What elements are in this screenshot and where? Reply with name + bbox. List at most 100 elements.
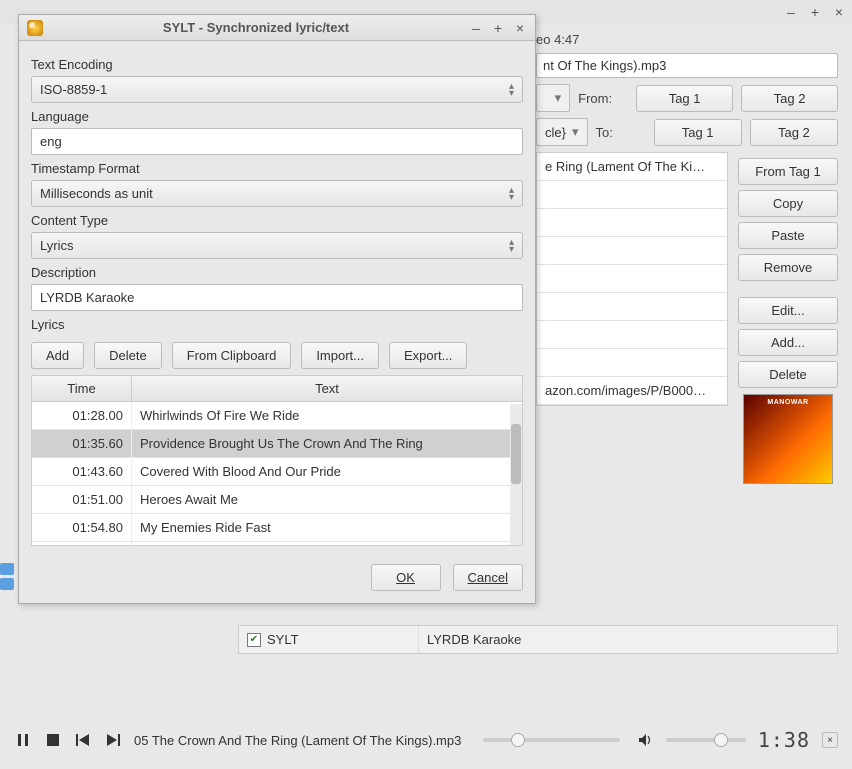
album-art[interactable] xyxy=(743,394,833,484)
description-input[interactable] xyxy=(31,284,523,311)
dialog-close-icon[interactable]: × xyxy=(513,21,527,35)
minimize-icon[interactable]: – xyxy=(784,5,798,19)
language-input[interactable] xyxy=(31,128,523,155)
text-header[interactable]: Text xyxy=(132,376,522,401)
lyrics-text: My Enemies Ride Fast xyxy=(132,514,522,541)
lyrics-table[interactable]: Time Text 01:28.00Whirlwinds Of Fire We … xyxy=(31,375,523,546)
sylt-frame-cell[interactable]: ✔ SYLT xyxy=(239,626,419,653)
filename-input[interactable] xyxy=(536,53,838,78)
to-tag2-button[interactable]: Tag 2 xyxy=(750,119,838,146)
lyrics-text: Knowing Not This Ride's Their Last xyxy=(132,542,522,545)
next-button[interactable] xyxy=(104,731,122,749)
content-type-label: Content Type xyxy=(31,213,523,228)
time-header[interactable]: Time xyxy=(32,376,132,401)
pause-button[interactable] xyxy=(14,731,32,749)
export-button[interactable]: Export... xyxy=(389,342,467,369)
text-encoding-select[interactable]: ISO-8859-1 ▴▾ xyxy=(31,76,523,103)
lyrics-row[interactable]: 01:51.00Heroes Await Me xyxy=(32,486,522,514)
cancel-button[interactable]: Cancel xyxy=(453,564,523,591)
dialog-titlebar[interactable]: SYLT - Synchronized lyric/text – + × xyxy=(19,15,535,41)
delete-side-button[interactable]: Delete xyxy=(738,361,838,388)
to-label: To: xyxy=(596,125,646,140)
text-encoding-label: Text Encoding xyxy=(31,57,523,72)
lyrics-text: Covered With Blood And Our Pride xyxy=(132,458,522,485)
folder-icon[interactable] xyxy=(0,578,14,590)
player-bar: 05 The Crown And The Ring (Lament Of The… xyxy=(0,719,852,761)
lyrics-row[interactable]: 01:58.80Knowing Not This Ride's Their La… xyxy=(32,542,522,545)
copy-button[interactable]: Copy xyxy=(738,190,838,217)
grid-row[interactable] xyxy=(537,265,727,293)
grid-row[interactable]: azon.com/images/P/B000… xyxy=(537,377,727,405)
lyrics-row[interactable]: 01:43.60Covered With Blood And Our Pride xyxy=(32,458,522,486)
grid-row[interactable] xyxy=(537,181,727,209)
seek-slider[interactable] xyxy=(483,738,619,742)
lyrics-text: Heroes Await Me xyxy=(132,486,522,513)
from-tag2-button[interactable]: Tag 2 xyxy=(741,85,838,112)
paste-button[interactable]: Paste xyxy=(738,222,838,249)
prev-button[interactable] xyxy=(74,731,92,749)
from-clipboard-button[interactable]: From Clipboard xyxy=(172,342,292,369)
timestamp-format-value: Milliseconds as unit xyxy=(40,186,153,201)
grid-row[interactable] xyxy=(537,321,727,349)
volume-thumb[interactable] xyxy=(714,733,728,747)
from-label: From: xyxy=(578,91,628,106)
grid-row[interactable] xyxy=(537,349,727,377)
tag-data-grid[interactable]: e Ring (Lament Of The Ki… azon.com/image… xyxy=(536,152,728,406)
language-label: Language xyxy=(31,109,523,124)
text-encoding-value: ISO-8859-1 xyxy=(40,82,107,97)
content-type-select[interactable]: Lyrics ▴▾ xyxy=(31,232,523,259)
import-button[interactable]: Import... xyxy=(301,342,379,369)
close-icon[interactable]: × xyxy=(832,5,846,19)
timestamp-format-select[interactable]: Milliseconds as unit ▴▾ xyxy=(31,180,523,207)
scrollbar-thumb[interactable] xyxy=(511,424,521,484)
player-close-button[interactable]: × xyxy=(822,732,838,748)
from-tag1-button[interactable]: Tag 1 xyxy=(636,85,733,112)
grid-row[interactable]: e Ring (Lament Of The Ki… xyxy=(537,153,727,181)
frames-row: ✔ SYLT LYRDB Karaoke xyxy=(238,625,838,654)
duration-label: eo 4:47 xyxy=(536,32,579,47)
stop-button[interactable] xyxy=(44,731,62,749)
from-tag1-side-button[interactable]: From Tag 1 xyxy=(738,158,838,185)
description-label: Description xyxy=(31,265,523,280)
app-icon xyxy=(27,20,43,36)
left-sidebar-edge xyxy=(0,560,16,593)
lyrics-row[interactable]: 01:28.00Whirlwinds Of Fire We Ride xyxy=(32,402,522,430)
sylt-desc-cell: LYRDB Karaoke xyxy=(419,626,837,653)
dialog-minimize-icon[interactable]: – xyxy=(469,21,483,35)
lyrics-row[interactable]: 01:54.80My Enemies Ride Fast xyxy=(32,514,522,542)
lyrics-text: Providence Brought Us The Crown And The … xyxy=(132,430,522,457)
seek-thumb[interactable] xyxy=(511,733,525,747)
scrollbar[interactable] xyxy=(510,404,522,545)
sylt-dialog: SYLT - Synchronized lyric/text – + × Tex… xyxy=(18,14,536,604)
folder-icon[interactable] xyxy=(0,563,14,575)
lyrics-text: Whirlwinds Of Fire We Ride xyxy=(132,402,522,429)
lyrics-time: 01:35.60 xyxy=(32,430,132,457)
timestamp-format-label: Timestamp Format xyxy=(31,161,523,176)
content-type-value: Lyrics xyxy=(40,238,73,253)
lyrics-row[interactable]: 01:35.60Providence Brought Us The Crown … xyxy=(32,430,522,458)
format-dropdown-2[interactable]: cle}▾ xyxy=(536,118,588,146)
track-name: 05 The Crown And The Ring (Lament Of The… xyxy=(134,733,461,748)
maximize-icon[interactable]: + xyxy=(808,5,822,19)
format-dropdown-1[interactable]: ▾ xyxy=(536,84,570,112)
grid-row[interactable] xyxy=(537,209,727,237)
dialog-maximize-icon[interactable]: + xyxy=(491,21,505,35)
delete-button[interactable]: Delete xyxy=(94,342,162,369)
edit-button[interactable]: Edit... xyxy=(738,297,838,324)
volume-icon[interactable] xyxy=(636,731,654,749)
chevron-updown-icon: ▴▾ xyxy=(509,187,514,201)
lyrics-time: 01:43.60 xyxy=(32,458,132,485)
grid-row[interactable] xyxy=(537,237,727,265)
chevron-updown-icon: ▴▾ xyxy=(509,83,514,97)
to-tag1-button[interactable]: Tag 1 xyxy=(654,119,742,146)
add-button[interactable]: Add xyxy=(31,342,84,369)
grid-row[interactable] xyxy=(537,293,727,321)
remove-button[interactable]: Remove xyxy=(738,254,838,281)
add-side-button[interactable]: Add... xyxy=(738,329,838,356)
right-section: eo 4:47 ▾ From: Tag 1 Tag 2 cle}▾ To: Ta… xyxy=(536,24,852,492)
dialog-title: SYLT - Synchronized lyric/text xyxy=(51,20,461,35)
ok-button[interactable]: OK xyxy=(371,564,441,591)
chevron-updown-icon: ▴▾ xyxy=(509,239,514,253)
volume-slider[interactable] xyxy=(666,738,746,742)
checkbox-icon[interactable]: ✔ xyxy=(247,633,261,647)
